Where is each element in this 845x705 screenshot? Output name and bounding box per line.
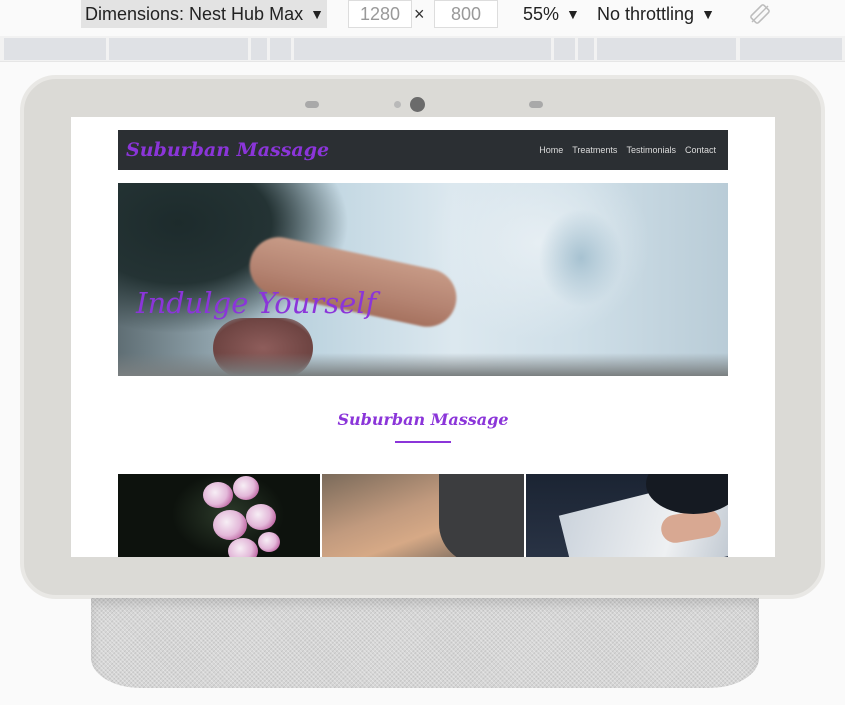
gallery-image-orchid — [118, 474, 320, 557]
chevron-down-icon: ▼ — [310, 6, 324, 22]
media-query-segment[interactable] — [294, 38, 551, 60]
throttling-label: No throttling — [597, 3, 695, 24]
light-sensor-icon — [394, 101, 401, 108]
image-gallery — [118, 474, 728, 557]
width-input[interactable]: 1280 — [348, 0, 412, 28]
rotate-button[interactable] — [748, 0, 772, 28]
media-query-segment[interactable] — [578, 38, 594, 60]
hero-title: Indulge Yourself — [136, 286, 377, 320]
media-query-segment[interactable] — [270, 38, 291, 60]
media-query-segment[interactable] — [4, 38, 106, 60]
nav-link-home[interactable]: Home — [539, 145, 563, 155]
microphone-icon — [305, 101, 319, 108]
media-query-bar — [0, 36, 845, 62]
gallery-image-facial — [322, 474, 524, 557]
nav-link-testimonials[interactable]: Testimonials — [626, 145, 676, 155]
media-query-segment[interactable] — [740, 38, 842, 60]
gallery-image-reading — [526, 474, 728, 557]
throttling-select[interactable]: No throttling ▼ — [597, 0, 715, 28]
nav-link-treatments[interactable]: Treatments — [572, 145, 617, 155]
device-speaker-base — [91, 598, 759, 688]
microphone-icon — [529, 101, 543, 108]
nav-links: Home Treatments Testimonials Contact — [539, 145, 716, 155]
device-viewport: Suburban Massage Home Treatments Testimo… — [71, 117, 775, 557]
device-toolbar: Dimensions: Nest Hub Max ▼ 1280 × 800 55… — [0, 0, 845, 30]
camera-icon — [410, 97, 425, 112]
nav-link-contact[interactable]: Contact — [685, 145, 716, 155]
site-navbar: Suburban Massage Home Treatments Testimo… — [118, 130, 728, 170]
media-query-segment[interactable] — [554, 38, 575, 60]
section-title: Suburban Massage — [337, 410, 509, 429]
zoom-select[interactable]: 55% ▼ — [523, 0, 580, 28]
device-dimensions-select[interactable]: Dimensions: Nest Hub Max ▼ — [81, 0, 327, 28]
media-query-segment[interactable] — [109, 38, 248, 60]
media-query-segment[interactable] — [597, 38, 736, 60]
section-divider — [395, 441, 451, 443]
media-query-segment[interactable] — [251, 38, 267, 60]
device-dimensions-label: Dimensions: Nest Hub Max — [85, 3, 304, 24]
site-brand-link[interactable]: Suburban Massage — [126, 139, 329, 161]
chevron-down-icon: ▼ — [566, 6, 580, 22]
hero-photo-table — [118, 353, 728, 376]
times-icon: × — [414, 3, 425, 24]
chevron-down-icon: ▼ — [701, 6, 715, 22]
hero-image: Indulge Yourself — [118, 183, 728, 376]
height-input[interactable]: 800 — [434, 0, 498, 28]
rotate-icon — [750, 4, 770, 24]
zoom-label: 55% — [523, 3, 560, 24]
